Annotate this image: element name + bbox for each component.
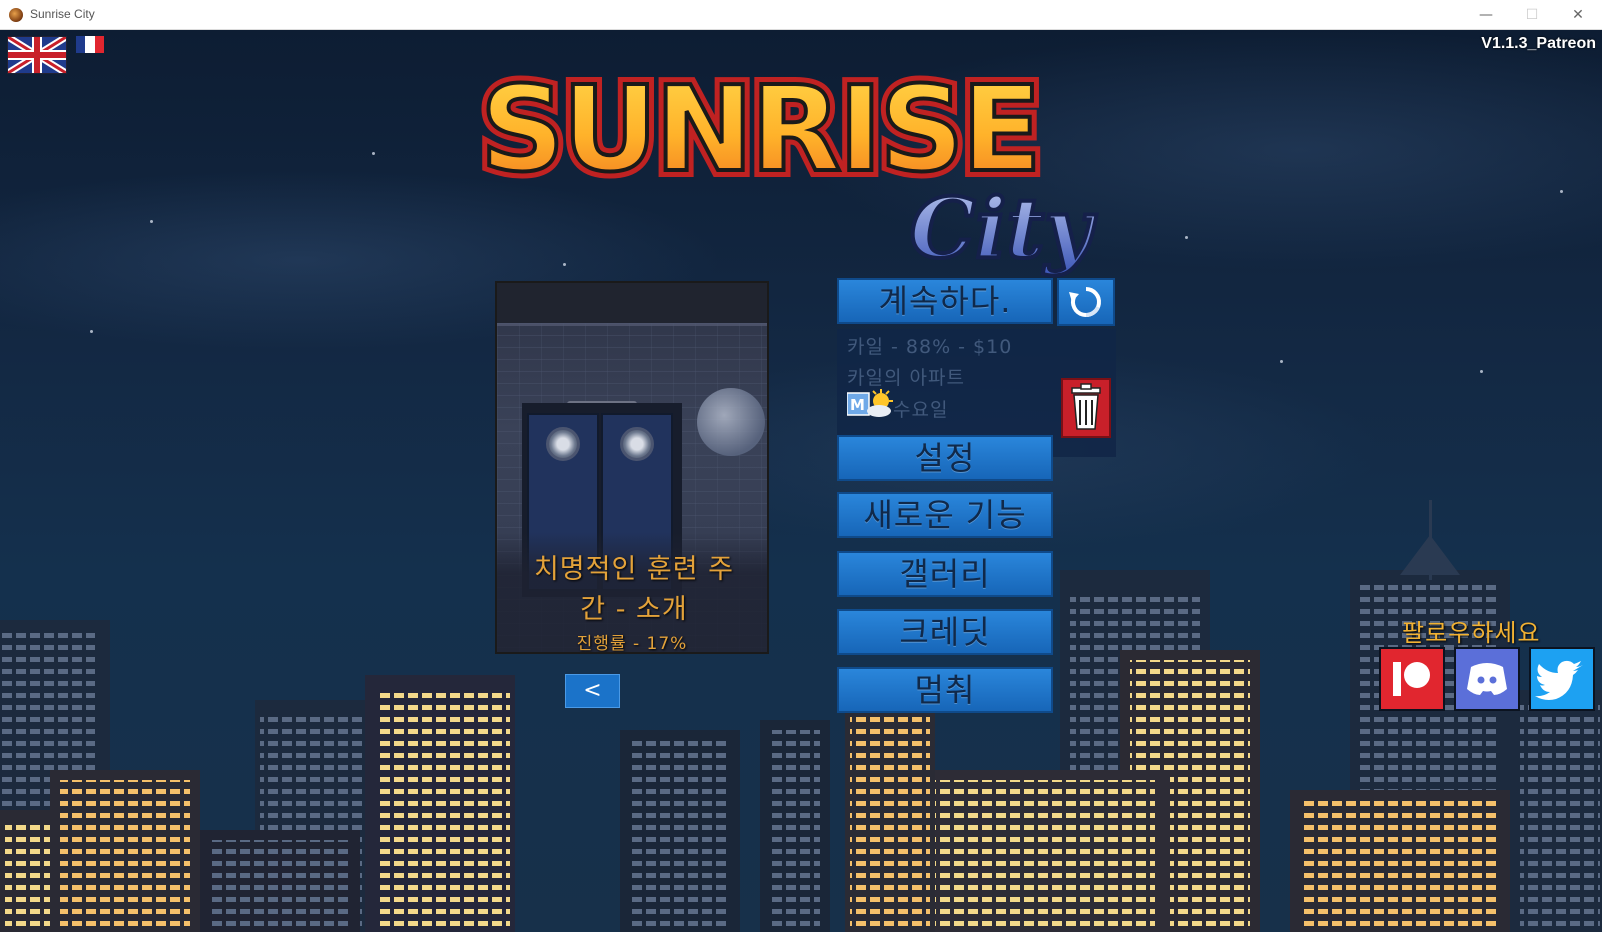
preview-ceiling: [497, 283, 767, 326]
star: [372, 152, 375, 155]
star: [1480, 370, 1483, 373]
english-flag-button[interactable]: [7, 36, 67, 74]
previous-episode-button[interactable]: <: [565, 674, 620, 708]
twitter-icon: [1535, 660, 1583, 700]
english-flag-icon: [8, 37, 66, 73]
refresh-button[interactable]: [1057, 278, 1115, 326]
credits-button[interactable]: 크레딧: [837, 609, 1053, 655]
close-button[interactable]: ✕: [1555, 0, 1601, 30]
new-features-button[interactable]: 새로운 기능: [837, 492, 1053, 538]
star: [1185, 236, 1188, 239]
logo-sunrise-text: SUNRISE: [480, 60, 1039, 198]
logo-city-text: City: [910, 181, 1097, 277]
minimize-button[interactable]: —: [1463, 0, 1509, 30]
star: [150, 220, 153, 223]
episode-title-line2: 간 - 소개: [580, 594, 688, 625]
continue-button[interactable]: 계속하다.: [837, 278, 1053, 324]
window-titlebar: Sunrise City — ☐ ✕: [0, 0, 1602, 30]
gallery-button[interactable]: 갤러리: [837, 551, 1053, 597]
follow-label: 팔로우하세요: [1402, 619, 1541, 647]
refresh-icon: [1069, 287, 1101, 317]
save-character-stats: 카일 - 88% - $10: [847, 336, 1013, 358]
save-weekday: 수요일: [893, 399, 949, 421]
episode-title-line1: 치명적인 훈련 주: [533, 554, 735, 585]
discord-button[interactable]: [1454, 647, 1520, 711]
star: [1280, 360, 1283, 363]
game-screen: V1.1.3_Patreon SUNRISE SUNRISE City 치명적인…: [0, 30, 1602, 932]
settings-button[interactable]: 설정: [837, 435, 1053, 481]
episode-progress: 진행률 - 17%: [576, 634, 688, 654]
star: [1560, 190, 1563, 193]
episode-title: 치명적인 훈련 주 간 - 소개: [505, 550, 763, 630]
episode-preview-card[interactable]: 치명적인 훈련 주 간 - 소개 진행률 - 17%: [495, 281, 769, 654]
discord-icon: [1467, 663, 1507, 695]
quit-button[interactable]: 멈춰: [837, 667, 1053, 713]
trash-icon: [1071, 383, 1101, 430]
svg-text:M: M: [850, 396, 865, 414]
delete-save-button[interactable]: [1061, 378, 1111, 438]
app-icon: [9, 8, 23, 22]
patreon-button[interactable]: [1379, 647, 1445, 711]
version-label: V1.1.3_Patreon: [1481, 35, 1596, 52]
preview-emblem: [697, 388, 765, 456]
game-logo: SUNRISE SUNRISE City: [480, 53, 1099, 279]
french-flag-button[interactable]: [76, 36, 104, 53]
window-title: Sunrise City: [30, 7, 95, 21]
maximize-button[interactable]: ☐: [1509, 0, 1555, 30]
save-location: 카일의 아파트: [847, 367, 965, 389]
patreon-icon: [1393, 662, 1430, 696]
twitter-button[interactable]: [1529, 647, 1595, 711]
star: [90, 330, 93, 333]
weather-sun-icon: M: [847, 389, 893, 417]
